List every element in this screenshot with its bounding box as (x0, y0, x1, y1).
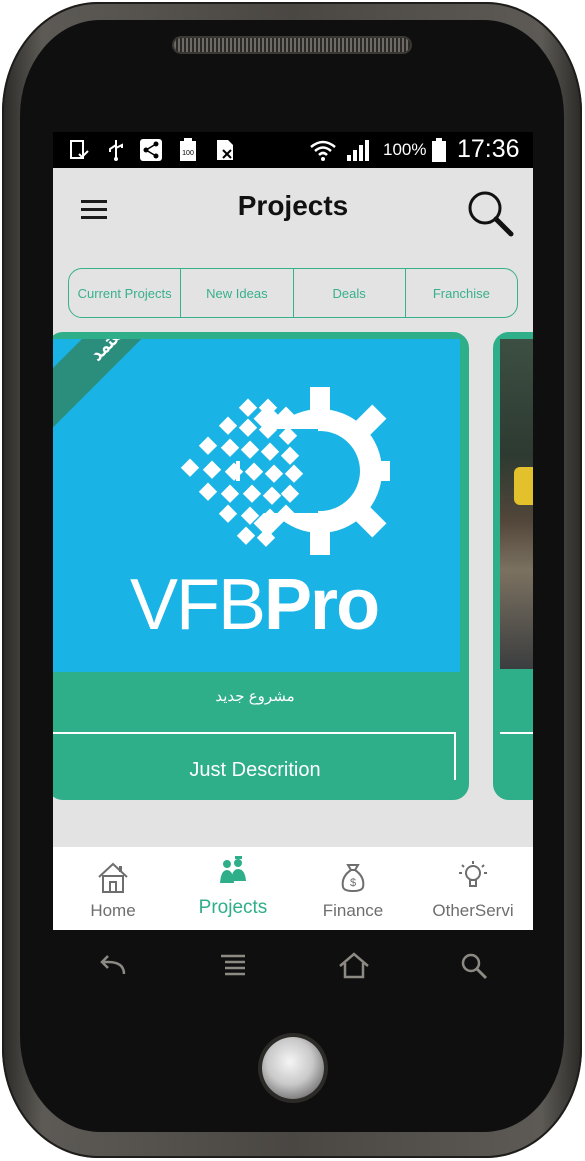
tablet-check-icon (67, 139, 91, 161)
project-card-next[interactable] (493, 332, 533, 800)
search-icon[interactable] (465, 188, 515, 238)
battery-percent: 100% (383, 140, 427, 159)
bottom-navigation: Home Projects $ Finance OtherServi (53, 847, 533, 930)
project-image: VFBPro معتمد (53, 339, 460, 672)
tab-new-ideas[interactable]: New Ideas (180, 269, 292, 317)
home-icon[interactable] (336, 950, 372, 984)
brand-name-left: VFB (130, 565, 266, 645)
tab-franchise[interactable]: Franchise (404, 269, 517, 317)
share-icon (139, 139, 163, 161)
nav-projects[interactable]: Projects (173, 847, 293, 930)
card-divider-next (500, 732, 533, 734)
project-card[interactable]: VFBPro معتمد مشروع جديد Just Descrition (53, 332, 469, 800)
nav-projects-label: Projects (198, 897, 268, 918)
nav-other-services[interactable]: OtherServi (413, 847, 533, 930)
nav-finance-label: Finance (322, 901, 384, 920)
usb-icon (105, 139, 127, 161)
vfb-logo-mark (180, 387, 390, 555)
nav-home[interactable]: Home (53, 847, 173, 930)
app-screen: 100 100% 17:36 Projects Current Projects… (53, 132, 533, 930)
nav-home-label: Home (90, 901, 136, 920)
truck-image (514, 467, 533, 505)
svg-text:$: $ (350, 877, 356, 889)
workers-icon (220, 856, 246, 883)
status-bar: 100 100% 17:36 (53, 132, 533, 168)
page-title: Projects (237, 190, 349, 221)
house-icon (98, 862, 128, 893)
project-image-next (500, 339, 533, 669)
tab-deals[interactable]: Deals (292, 269, 405, 317)
brand-name: VFBPro (130, 564, 380, 646)
search-icon[interactable] (456, 950, 492, 984)
category-tabs: Current Projects New Ideas Deals Franchi… (68, 268, 518, 318)
lightbulb-icon (459, 861, 487, 887)
sim-off-icon (213, 139, 237, 161)
nav-finance[interactable]: $ Finance (293, 847, 413, 930)
trackball-button[interactable] (262, 1037, 324, 1099)
wifi-icon (309, 139, 337, 161)
card-subtitle: مشروع جديد (215, 688, 295, 705)
app-bar: Projects (53, 168, 533, 252)
menu-icon[interactable] (216, 950, 252, 984)
battery-icon (431, 138, 447, 162)
clock: 17:36 (457, 135, 520, 163)
battery-100-icon: 100 (177, 138, 199, 161)
signal-icon (345, 139, 371, 161)
card-description: Just Descrition (189, 759, 321, 781)
brand-name-right: Pro (264, 565, 380, 645)
tab-current-projects[interactable]: Current Projects (69, 269, 180, 317)
earpiece-speaker (174, 38, 410, 52)
card-pointer (243, 792, 263, 800)
back-icon[interactable] (94, 950, 130, 984)
nav-other-services-label: OtherServi (432, 901, 514, 920)
svg-text:100: 100 (182, 150, 194, 157)
card-divider (53, 732, 456, 734)
money-bag-icon: $ (341, 864, 365, 893)
